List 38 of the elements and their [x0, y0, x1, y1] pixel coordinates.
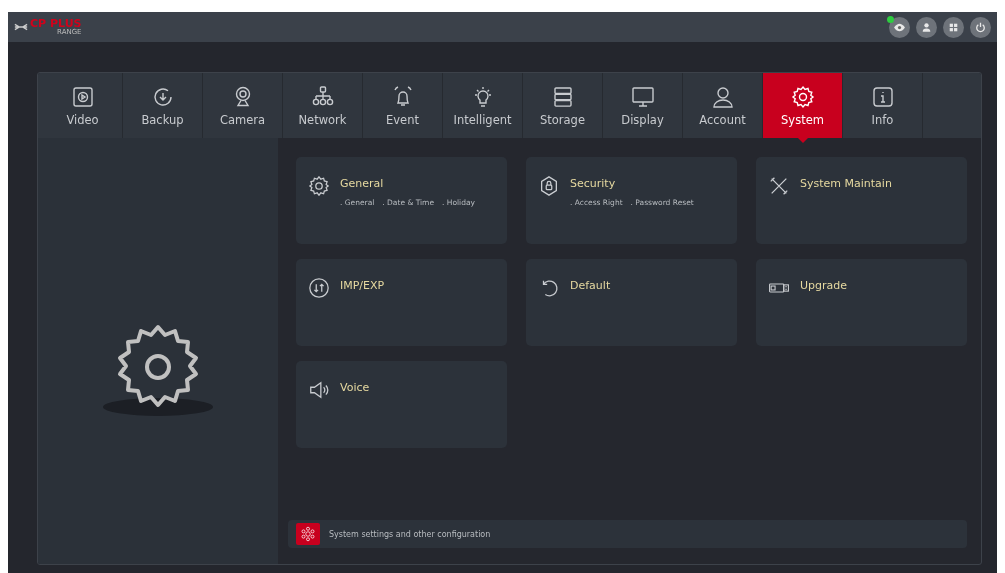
card-title: IMP/EXP: [340, 279, 385, 292]
menu-tab[interactable]: Display: [603, 73, 683, 138]
menu-tab[interactable]: Event: [363, 73, 443, 138]
card-title: System Maintain: [800, 177, 892, 190]
menu-tab[interactable]: Info: [843, 73, 923, 138]
card-title: Voice: [340, 381, 370, 394]
speaker-icon: [308, 379, 330, 401]
user-icon: [920, 20, 933, 34]
preview-button[interactable]: [889, 16, 910, 38]
lock-icon: [538, 175, 560, 197]
user-icon: [710, 84, 735, 109]
card-title: General: [340, 177, 385, 190]
settings-icon: [308, 175, 330, 197]
grid-button[interactable]: [943, 16, 964, 38]
description-text: System settings and other configuration: [329, 529, 491, 539]
user-button[interactable]: [916, 16, 937, 38]
menu-tab[interactable]: Storage: [523, 73, 603, 138]
settings-card[interactable]: Upgrade: [756, 259, 967, 346]
card-title: Security: [570, 177, 617, 190]
settings-card[interactable]: IMP/EXP: [296, 259, 507, 346]
card-title: Default: [570, 279, 611, 292]
power-button[interactable]: [970, 16, 991, 38]
info-icon: [870, 84, 895, 109]
logo-mark-icon: [14, 22, 28, 32]
video-icon: [70, 84, 95, 109]
tools-icon: [768, 175, 790, 197]
card-title: Upgrade: [800, 279, 848, 292]
settings-card[interactable]: Default: [526, 259, 737, 346]
settings-icon: [790, 84, 815, 109]
brand-name: CP PLUS: [30, 18, 82, 29]
settings-card[interactable]: System Maintain: [756, 157, 967, 244]
network-nodes-icon: [296, 523, 320, 545]
menu-tab[interactable]: Network: [283, 73, 363, 138]
menu-tab[interactable]: Intelligent: [443, 73, 523, 138]
monitor-icon: [630, 84, 655, 109]
power-icon: [974, 20, 987, 34]
import-export-icon: [308, 277, 330, 299]
settings-card[interactable]: Voice: [296, 361, 507, 448]
